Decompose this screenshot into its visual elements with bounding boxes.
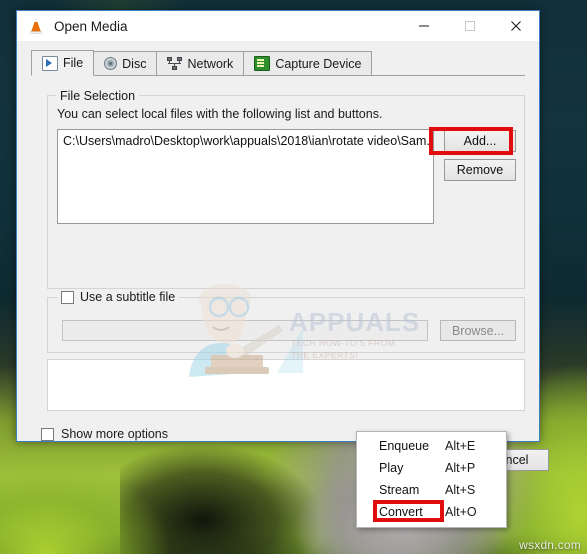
dialog-body: File Disc Network Capture Device File Se… [17,41,549,474]
use-subtitle-checkbox-row[interactable]: Use a subtitle file [57,290,180,304]
tab-strip: File Disc Network Capture Device [31,50,525,76]
capture-device-icon [254,56,271,71]
tab-capture-device[interactable]: Capture Device [243,51,373,75]
menu-item-stream[interactable]: Stream Alt+S [357,479,506,501]
add-button-label: Add... [463,134,497,148]
menu-item-enqueue[interactable]: Enqueue Alt+E [357,435,506,457]
menu-item-convert[interactable]: Convert Alt+O [357,501,506,523]
close-button[interactable] [493,11,539,41]
title-bar[interactable]: Open Media [17,11,539,41]
menu-item-convert-accel: Alt+O [445,505,477,519]
vlc-cone-icon [26,16,46,36]
tab-disc-label: Disc [122,56,147,71]
show-more-options-row[interactable]: Show more options [41,427,168,441]
window-title: Open Media [54,18,128,34]
browse-button[interactable]: Browse... [440,320,516,341]
use-subtitle-checkbox[interactable] [61,290,74,304]
list-item[interactable]: C:\Users\madro\Desktop\work\appuals\2018… [58,130,433,148]
screenshot-root: wsxdn.com Open Media File Disc Network C… [0,0,587,554]
menu-item-stream-label: Stream [379,483,420,497]
maximize-button[interactable] [447,11,493,41]
tab-file-label: File [63,56,84,70]
menu-item-stream-accel: Alt+S [445,483,476,497]
remove-button-label: Remove [456,163,504,177]
options-panel [47,359,525,411]
add-button[interactable]: Add... [444,130,516,152]
file-selection-legend: File Selection [56,89,140,103]
tab-disc[interactable]: Disc [93,51,158,75]
convert-save-dropdown-menu: Enqueue Alt+E Play Alt+P Stream Alt+S Co… [356,431,507,528]
tab-capture-device-label: Capture Device [275,56,362,71]
file-icon [42,55,58,71]
file-selection-group: File Selection You can select local file… [47,89,525,289]
minimize-button[interactable] [401,11,447,41]
menu-item-play[interactable]: Play Alt+P [357,457,506,479]
tab-network-label: Network [187,56,234,71]
show-more-options-checkbox[interactable] [41,427,54,441]
use-subtitle-label: Use a subtitle file [80,290,176,304]
network-icon [167,57,183,70]
remove-button[interactable]: Remove [444,159,516,181]
browse-button-label: Browse... [451,323,505,338]
menu-item-play-accel: Alt+P [445,461,476,475]
menu-item-convert-label: Convert [379,505,423,519]
subtitle-group: Use a subtitle file Browse... [47,290,525,353]
menu-item-enqueue-label: Enqueue [379,439,430,453]
menu-item-play-label: Play [379,461,404,475]
tab-network[interactable]: Network [156,51,245,75]
menu-item-enqueue-accel: Alt+E [445,439,476,453]
site-watermark: wsxdn.com [519,538,581,552]
show-more-options-label: Show more options [61,427,169,441]
tab-file[interactable]: File [31,50,95,76]
open-media-dialog: Open Media File Disc Network Capture Dev… [16,10,549,474]
disc-icon [104,57,118,70]
file-selection-hint: You can select local files with the foll… [57,107,383,121]
window-controls [401,11,539,41]
subtitle-path-input[interactable] [62,320,428,341]
file-list[interactable]: C:\Users\madro\Desktop\work\appuals\2018… [57,129,434,224]
